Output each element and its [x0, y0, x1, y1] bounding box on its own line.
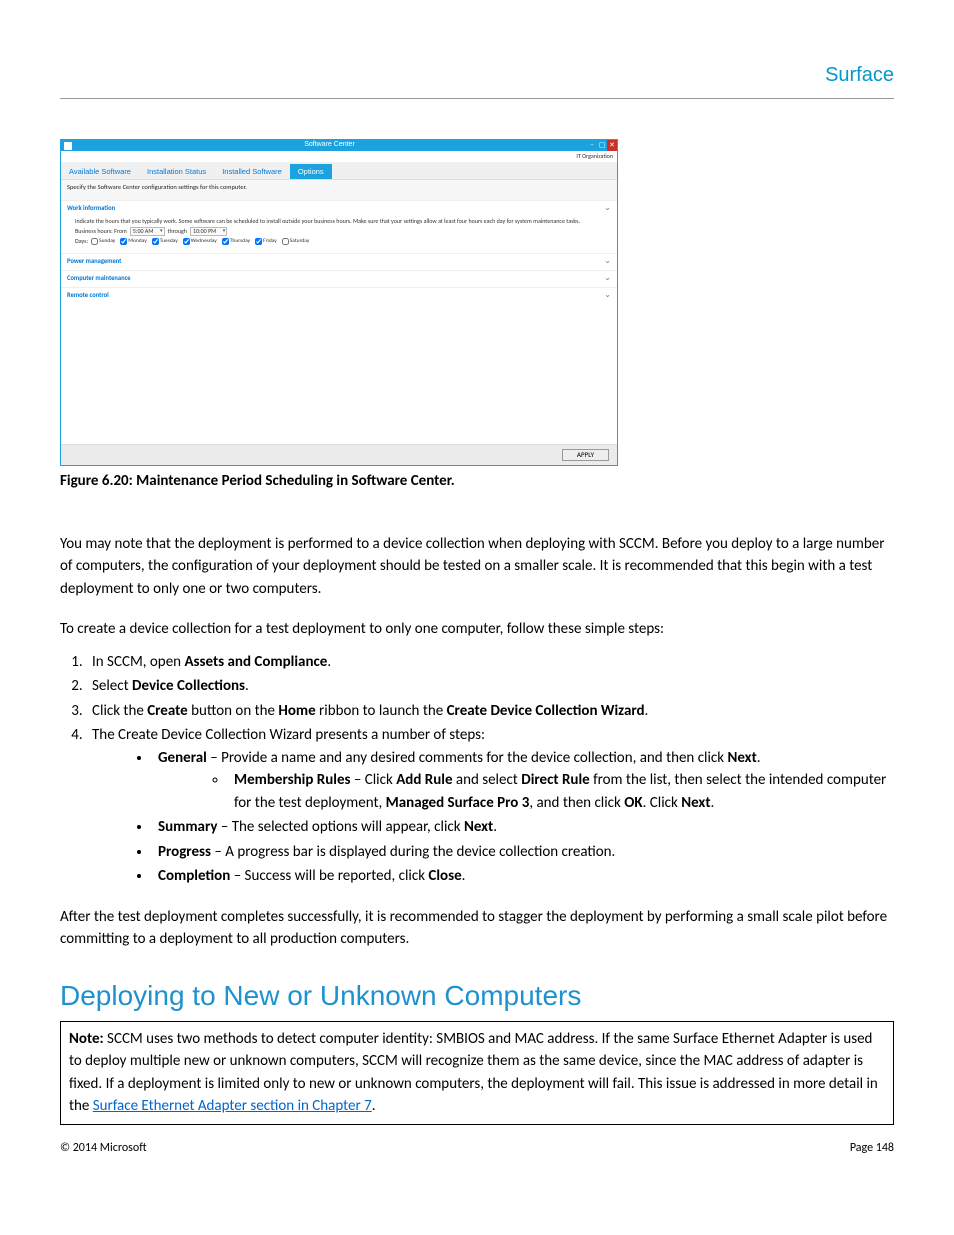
step-3: Click the Create button on the Home ribb… — [86, 700, 894, 723]
note-body-end: . — [372, 1097, 376, 1115]
bullet-completion: Completion – Success will be reported, c… — [152, 865, 894, 888]
day-checkbox-tuesday[interactable]: Tuesday — [152, 238, 178, 245]
bullet-summary: Summary – The selected options will appe… — [152, 816, 894, 839]
chevron-down-icon[interactable]: ⌄ — [604, 291, 611, 301]
section-title-remote[interactable]: Remote control — [67, 290, 109, 302]
step-2: Select Device Collections. — [86, 675, 894, 698]
day-checkbox-saturday[interactable]: Saturday — [282, 238, 310, 245]
paragraph-steps-intro: To create a device collection for a test… — [60, 618, 894, 641]
brand-logo: Surface — [825, 60, 894, 90]
tab-available-software[interactable]: Available Software — [61, 164, 139, 179]
sub-bullet-membership: Membership Rules – Click Add Rule and se… — [228, 769, 894, 814]
section-title-maintenance[interactable]: Computer maintenance — [67, 273, 131, 285]
note-box: Note: SCCM uses two methods to detect co… — [60, 1021, 894, 1125]
day-checkbox-wednesday[interactable]: Wednesday — [183, 238, 217, 245]
day-checkbox-friday[interactable]: Friday — [255, 238, 277, 245]
paragraph-deploy-note: You may note that the deployment is perf… — [60, 533, 894, 601]
section-title-power[interactable]: Power management — [67, 256, 121, 268]
section-power-management: Power management ⌄ — [61, 253, 617, 270]
options-instruction: Specify the Software Center configuratio… — [61, 180, 617, 200]
note-link[interactable]: Surface Ethernet Adapter section in Chap… — [93, 1097, 372, 1115]
paragraph-after-test: After the test deployment completes succ… — [60, 906, 894, 951]
copyright: © 2014 Microsoft — [60, 1139, 147, 1157]
figure-caption: Figure 6.20: Maintenance Period Scheduli… — [60, 470, 894, 493]
window-title: Software Center — [72, 141, 587, 149]
step-4: The Create Device Collection Wizard pres… — [86, 724, 894, 888]
tab-options[interactable]: Options — [290, 164, 332, 179]
page-header: Surface — [60, 60, 894, 99]
steps-list: In SCCM, open Assets and Compliance. Sel… — [86, 651, 894, 888]
bullet-progress: Progress – A progress bar is displayed d… — [152, 841, 894, 864]
work-info-desc: Indicate the hours that you typically wo… — [75, 218, 611, 225]
days-label: Days: — [75, 238, 88, 245]
app-icon — [64, 142, 72, 150]
step-1: In SCCM, open Assets and Compliance. — [86, 651, 894, 674]
software-center-window: Software Center – ▢ ✕ IT Organization Av… — [60, 139, 618, 466]
window-titlebar: Software Center – ▢ ✕ — [61, 140, 617, 151]
section-remote-control: Remote control ⌄ — [61, 287, 617, 304]
hours-from-label: Business hours: From — [75, 228, 127, 235]
window-footer: APPLY — [61, 444, 617, 465]
section-computer-maintenance: Computer maintenance ⌄ — [61, 270, 617, 287]
from-time-select[interactable]: 5:00 AM — [130, 227, 165, 236]
page-footer: © 2014 Microsoft Page 148 — [60, 1139, 894, 1157]
section-title-work-info[interactable]: Work information — [67, 203, 115, 215]
page-number: Page 148 — [850, 1139, 894, 1157]
chevron-down-icon[interactable]: ⌄ — [604, 274, 611, 284]
day-checkbox-monday[interactable]: Monday — [120, 238, 146, 245]
hours-through-label: through — [168, 228, 187, 235]
day-checkbox-sunday[interactable]: Sunday — [91, 238, 115, 245]
section-work-information: Work information ⌄ Indicate the hours th… — [61, 200, 617, 253]
section-heading: Deploying to New or Unknown Computers — [60, 975, 894, 1017]
empty-area — [61, 304, 617, 444]
org-label: IT Organization — [61, 151, 617, 162]
maximize-icon[interactable]: ▢ — [597, 140, 607, 151]
tab-installation-status[interactable]: Installation Status — [139, 164, 214, 179]
bullet-general: General – Provide a name and any desired… — [152, 747, 894, 815]
tab-installed-software[interactable]: Installed Software — [214, 164, 290, 179]
chevron-down-icon[interactable]: ⌄ — [604, 257, 611, 267]
close-icon[interactable]: ✕ — [607, 140, 617, 151]
minimize-icon[interactable]: – — [587, 140, 597, 151]
day-checkbox-thursday[interactable]: Thursday — [222, 238, 250, 245]
chevron-down-icon[interactable]: ⌄ — [604, 204, 611, 214]
apply-button[interactable]: APPLY — [562, 449, 609, 461]
tab-bar: Available Software Installation Status I… — [61, 162, 617, 179]
note-label: Note: — [69, 1030, 104, 1048]
to-time-select[interactable]: 10:00 PM — [190, 227, 227, 236]
